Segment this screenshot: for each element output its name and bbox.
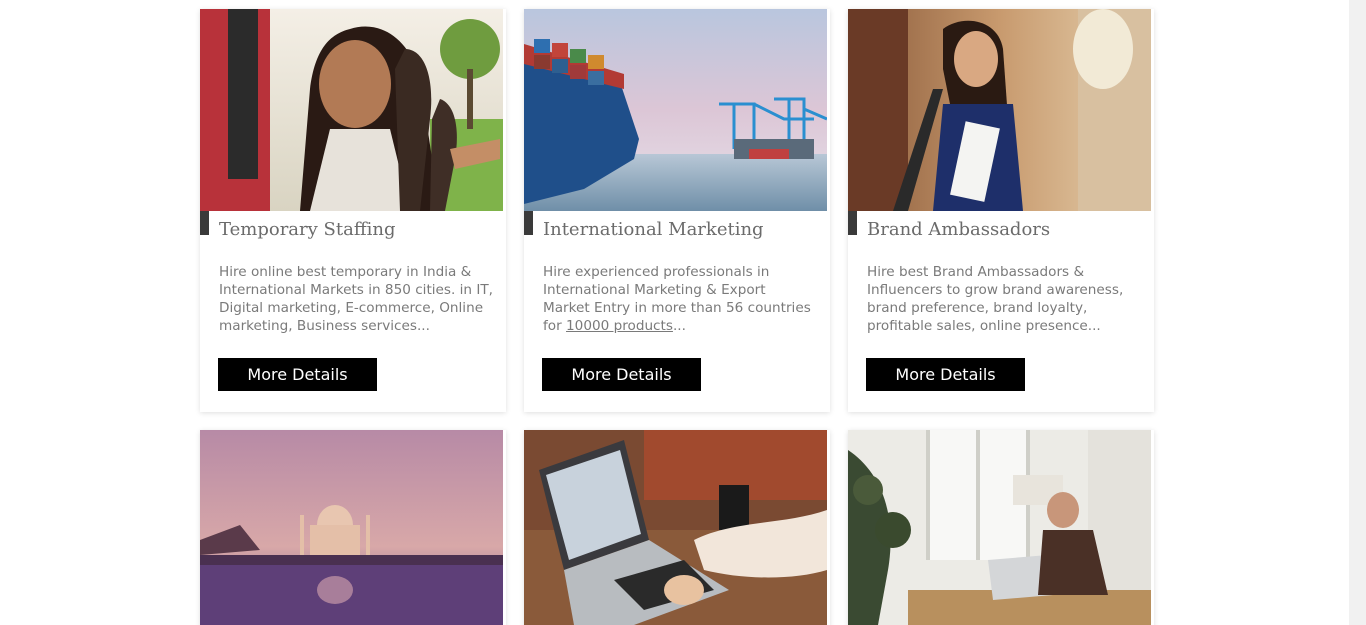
card-image-taj-mahal: [200, 430, 503, 625]
card-corner-accent: [848, 211, 857, 235]
desc-line: Market Entry in more than 56 countries: [543, 300, 811, 316]
card-description: Hire online best temporary in India & In…: [219, 263, 493, 335]
card-title: Brand Ambassadors: [867, 219, 1051, 240]
more-details-button[interactable]: More Details: [542, 358, 701, 391]
desc-line: Hire online best temporary in India &: [219, 264, 472, 280]
more-details-button[interactable]: More Details: [218, 358, 377, 391]
card-brand-ambassadors: Brand Ambassadors Hire best Brand Ambass…: [848, 9, 1154, 412]
card-man-at-laptop: [848, 430, 1154, 625]
card-image-student-with-books: [848, 9, 1151, 211]
desc-line: profitable sales, online presence...: [867, 318, 1101, 334]
desc-line: brand preference, brand loyalty,: [867, 300, 1088, 316]
card-international-marketing: International Marketing Hire experienced…: [524, 9, 830, 412]
card-image-students: [200, 9, 503, 211]
desc-text: for: [543, 318, 567, 334]
card-taj-mahal: [200, 430, 506, 625]
desc-text: ...: [672, 318, 686, 334]
card-title: International Marketing: [543, 219, 764, 240]
card-description: Hire best Brand Ambassadors & Influencer…: [867, 263, 1137, 335]
card-title: Temporary Staffing: [219, 219, 396, 240]
products-link[interactable]: 10000 products: [566, 318, 673, 334]
page: Temporary Staffing Hire online best temp…: [0, 0, 1366, 625]
card-image-man-laptop: [848, 430, 1151, 625]
card-corner-accent: [200, 211, 209, 235]
card-laptop-desk: [524, 430, 830, 625]
desc-line: for 10000 products...: [543, 317, 813, 335]
desc-line: International Marketing & Export: [543, 282, 766, 298]
card-image-laptop: [524, 430, 827, 625]
card-corner-accent: [524, 211, 533, 235]
desc-line: marketing, Business services...: [219, 318, 430, 334]
card-image-container-ship: [524, 9, 827, 211]
card-temporary-staffing: Temporary Staffing Hire online best temp…: [200, 9, 506, 412]
page-scrollbar[interactable]: [1349, 0, 1366, 625]
desc-line: Influencers to grow brand awareness,: [867, 282, 1124, 298]
desc-line: Digital marketing, E-commerce, Online: [219, 300, 484, 316]
desc-line: Hire experienced professionals in: [543, 264, 770, 280]
card-description: Hire experienced professionals in Intern…: [543, 263, 813, 335]
desc-line: Hire best Brand Ambassadors &: [867, 264, 1085, 280]
more-details-button[interactable]: More Details: [866, 358, 1025, 391]
desc-line: International Markets in 850 cities. in …: [219, 282, 493, 298]
